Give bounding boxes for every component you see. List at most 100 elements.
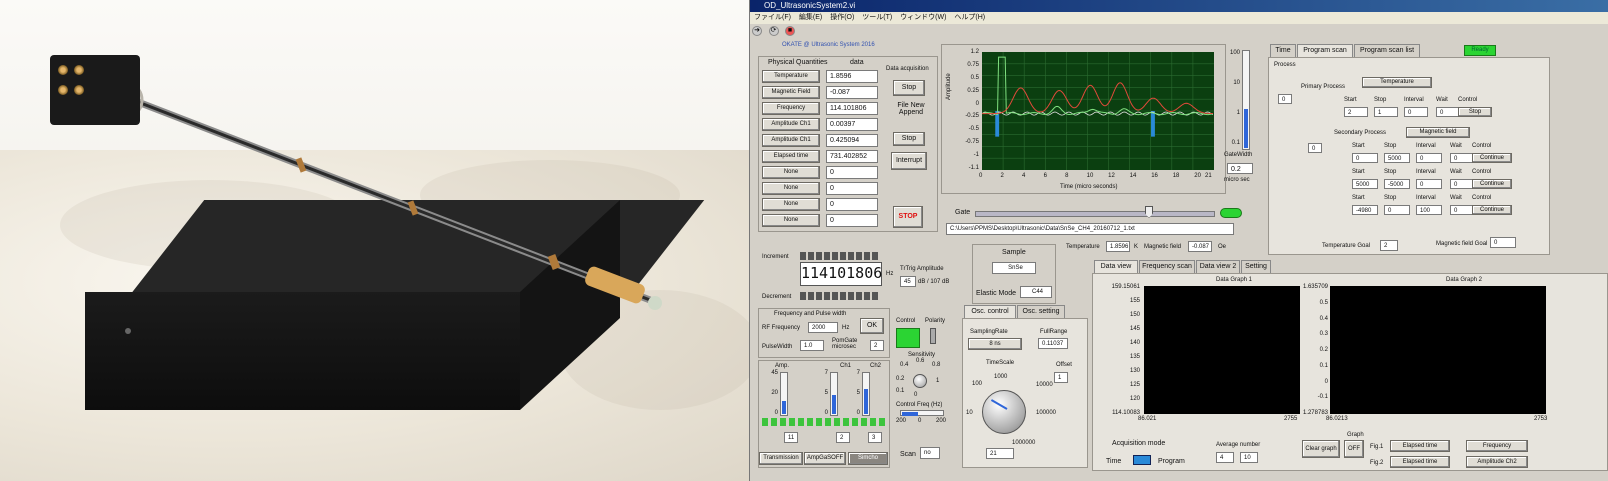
ch2-slider[interactable] [862,372,870,416]
secondary-cell[interactable]: 5000 [1384,153,1410,163]
sample-name-field[interactable]: SnSe [992,262,1036,274]
tab-setting[interactable]: Setting [1241,260,1271,273]
sensitivity-knob[interactable] [913,374,927,388]
fig2-y-select[interactable]: Amplitude Ch2 [1466,456,1528,468]
timescale-knob[interactable] [982,390,1026,434]
secondary-control-select[interactable]: Continue [1472,153,1512,163]
secondary-cell[interactable]: 0 [1384,205,1410,215]
data-path-field[interactable]: C:\Users\PPMS\Desktop\Ultrasonic\Data\Sn… [946,223,1234,235]
primary-cell[interactable]: 2 [1344,107,1368,117]
tab-program-scan[interactable]: Program scan [1297,44,1353,57]
secondary-control-select[interactable]: Continue [1472,205,1512,215]
tab-osc-control[interactable]: Osc. control [964,305,1016,318]
menu-help[interactable]: ヘルプ(H) [954,12,985,24]
trig-amp-field[interactable]: 45 [900,276,916,287]
menu-operate[interactable]: 操作(O) [830,12,854,24]
acq-mode-toggle[interactable] [1133,455,1151,465]
secondary-cell[interactable]: 100 [1416,205,1442,215]
rf-ok-button[interactable]: OK [860,318,884,334]
control-freq-slider[interactable] [900,410,944,416]
scan-field[interactable]: no [920,447,940,459]
gatewidth-bar[interactable] [1242,50,1250,150]
run-continuous-icon[interactable]: ⟳ [768,26,779,36]
secondary-cell[interactable]: -5000 [1384,179,1410,189]
tab-osc-setting[interactable]: Osc. setting [1017,305,1065,318]
avg-a-field[interactable]: 4 [1216,452,1234,463]
decrement-buttons[interactable] [800,292,880,300]
pgate-field[interactable]: 2 [870,340,884,351]
secondary-col-header: Start [1352,195,1365,201]
secondary-cell[interactable]: -4980 [1352,205,1378,215]
primary-cell[interactable]: 1 [1374,107,1398,117]
tab-frequency-scan[interactable]: Frequency scan [1139,260,1195,273]
gatewidth-field[interactable]: 0.2 [1227,163,1253,174]
primary-control-select[interactable]: Stop [1458,107,1492,117]
offset-field[interactable]: 1 [1054,372,1068,383]
file-stop-button[interactable]: Stop [893,132,925,146]
clear-graph-button[interactable]: Clear graph [1302,440,1340,458]
ch2-value-field[interactable]: 3 [868,432,882,443]
secondary-cell[interactable]: 0 [1416,153,1442,163]
simcho-button[interactable]: Simcho [848,452,888,465]
quantity-select[interactable]: Temperature [762,70,820,83]
quantity-select[interactable]: Frequency [762,102,820,115]
menu-window[interactable]: ウィンドウ(W) [900,12,946,24]
data-graph-1[interactable] [1144,286,1300,414]
fig2-x-select[interactable]: Elapsed time [1390,456,1450,468]
primary-index[interactable]: 0 [1278,94,1292,104]
frequency-display[interactable]: 114101806 [800,262,882,286]
stop-red-button[interactable]: STOP [893,206,923,228]
graph-switch-button[interactable]: OFF [1344,440,1364,458]
polarity-toggle[interactable] [930,328,936,344]
quantity-select[interactable]: None [762,198,820,211]
avg-b-field[interactable]: 10 [1240,452,1258,463]
abort-icon[interactable]: ■ [785,26,796,36]
quantity-select[interactable]: None [762,166,820,179]
ampgas-off-button[interactable]: AmpGaSOFF [804,452,846,465]
timescale-field[interactable]: 21 [986,448,1014,459]
secondary-cell[interactable]: 5000 [1352,179,1378,189]
secondary-control-select[interactable]: Continue [1472,179,1512,189]
control-led[interactable] [896,328,920,348]
field-goal-field[interactable]: 0 [1490,237,1516,248]
quantity-select[interactable]: Elapsed time [762,150,820,163]
quantity-select[interactable]: None [762,182,820,195]
tab-data-view-2[interactable]: Data view 2 [1196,260,1240,273]
fig1-x-select[interactable]: Elapsed time [1390,440,1450,452]
temp-goal-field[interactable]: 2 [1380,240,1398,251]
quantity-select[interactable]: Amplitude Ch1 [762,118,820,131]
secondary-cell[interactable]: 0 [1352,153,1378,163]
elastic-mode-field[interactable]: C44 [1020,286,1052,298]
interrupt-button[interactable]: Interrupt [891,152,927,170]
rf-field[interactable]: 2000 [808,322,838,333]
quantity-select[interactable]: None [762,214,820,227]
ch1-slider[interactable] [830,372,838,416]
menu-tools[interactable]: ツール(T) [862,12,892,24]
primary-cell[interactable]: 0 [1404,107,1428,117]
quantity-select[interactable]: Amplitude Ch1 [762,134,820,147]
amp-slider[interactable] [780,372,788,416]
run-arrow-icon[interactable]: ➜ [752,26,762,36]
menu-edit[interactable]: 編集(E) [799,12,822,24]
fig1-y-select[interactable]: Frequency [1466,440,1528,452]
tab-time[interactable]: Time [1270,44,1296,57]
acq-stop-button[interactable]: Stop [893,80,925,96]
tab-program-scan-list[interactable]: Program scan list [1354,44,1420,57]
secondary-select[interactable]: Magnetic field [1406,127,1470,138]
waveform-plot[interactable] [982,52,1214,170]
sampling-select[interactable]: 8 ns [968,338,1022,350]
quantity-select[interactable]: Magnetic Field [762,86,820,99]
primary-select[interactable]: Temperature [1362,77,1432,88]
ch1-value-field[interactable]: 2 [836,432,850,443]
secondary-index[interactable]: 0 [1308,143,1322,153]
primary-cell[interactable]: 0 [1436,107,1460,117]
pulse-width-field[interactable]: 1.0 [800,340,824,351]
tab-data-view[interactable]: Data view [1094,260,1138,273]
secondary-cell[interactable]: 0 [1416,179,1442,189]
data-graph-2[interactable] [1330,286,1546,414]
amp-value-field[interactable]: 11 [784,432,798,443]
menu-file[interactable]: ファイル(F) [754,12,791,24]
transmission-button[interactable]: Transmission [759,452,803,465]
gate-slider[interactable] [975,211,1215,217]
increment-buttons[interactable] [800,252,880,260]
